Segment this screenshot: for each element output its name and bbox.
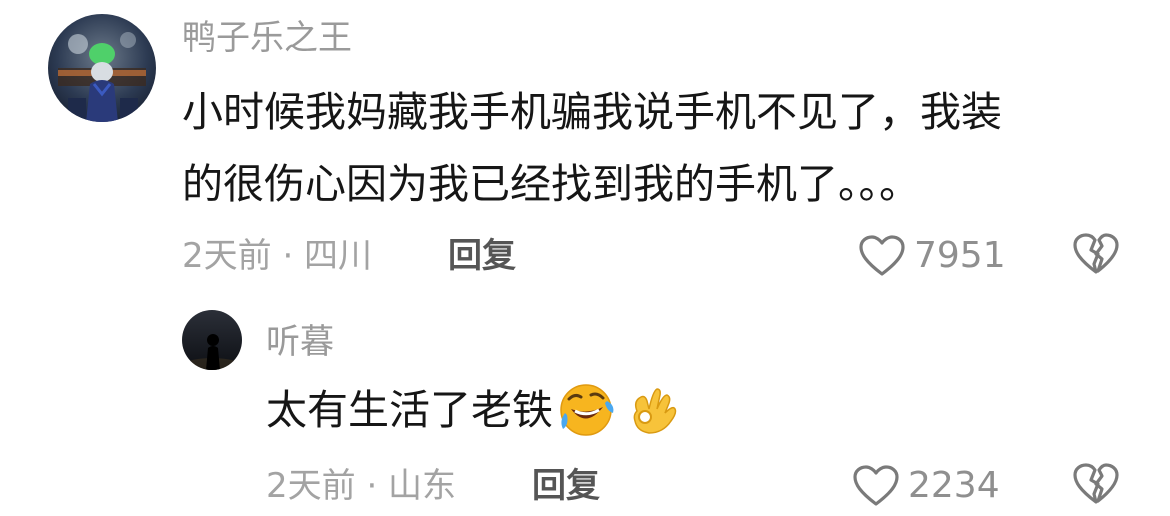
username[interactable]: 听暮 (266, 322, 334, 362)
avatar-figure-icon (48, 14, 156, 122)
heart-icon (853, 465, 899, 506)
username[interactable]: 鸭子乐之王 (182, 18, 352, 58)
avatar[interactable] (182, 310, 242, 370)
like-button[interactable]: 2234 (852, 462, 1000, 510)
avatar[interactable] (48, 14, 156, 122)
dislike-button[interactable] (1072, 232, 1120, 280)
dislike-button[interactable] (1072, 462, 1120, 510)
comment-text-line: 的很伤心因为我已经找到我的手机了。。。 (182, 160, 920, 208)
comment-text: 太有生活了老铁 (266, 374, 681, 446)
broken-heart-icon (1073, 233, 1119, 274)
like-count: 2234 (908, 465, 1000, 506)
comment-meta: 2天前 · 四川 (182, 236, 373, 276)
comment-text: 小时候我妈藏我手机骗我说手机不见了，我装 的很伤心因为我已经找到我的手机了。。。 (182, 76, 1002, 220)
comment-text-line: 太有生活了老铁 (266, 386, 553, 434)
broken-heart-icon (1073, 463, 1119, 504)
comment-text-line: 小时候我妈藏我手机骗我说手机不见了，我装 (182, 88, 1002, 136)
avatar-silhouette-icon (182, 310, 242, 370)
reply-button[interactable]: 回复 (448, 236, 516, 276)
like-count: 7951 (914, 235, 1006, 276)
comment-meta: 2天前 · 山东 (266, 466, 457, 506)
ok-hand-emoji (633, 388, 677, 434)
like-button[interactable]: 7951 (858, 232, 1006, 280)
heart-icon (859, 235, 905, 276)
reply-button[interactable]: 回复 (532, 466, 600, 506)
rofl-emoji (560, 384, 614, 436)
